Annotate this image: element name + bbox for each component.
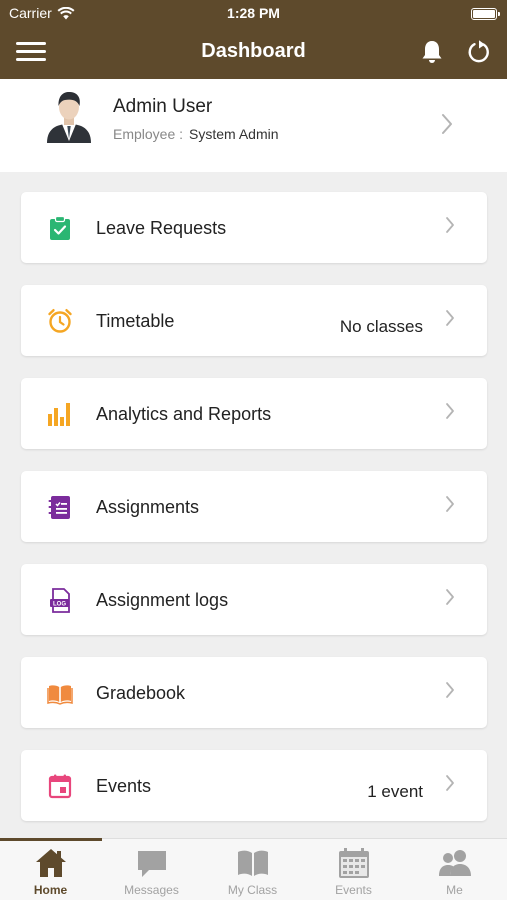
chevron-right-icon: [445, 309, 455, 327]
menu-label: Gradebook: [96, 683, 186, 703]
bell-icon[interactable]: [418, 38, 446, 66]
profile-name: Admin User: [113, 96, 213, 117]
menu-analytics-and-reports[interactable]: Analytics and Reports: [21, 378, 487, 449]
menu-label: Timetable: [96, 311, 175, 331]
chevron-right-icon: [445, 681, 455, 699]
tab-label: Home: [33, 883, 68, 897]
avatar: [44, 89, 94, 143]
chevron-right-icon: [445, 774, 455, 792]
menu-events[interactable]: Events 1 event: [21, 750, 487, 821]
profile-role: Employee : System Admin: [113, 126, 279, 142]
status-bar: Carrier 1:28 PM: [0, 5, 507, 25]
assignment-icon: [47, 494, 73, 520]
menu-label: Analytics and Reports: [96, 404, 272, 424]
chevron-right-icon: [445, 216, 455, 234]
menu-assignments[interactable]: Assignments: [21, 471, 487, 542]
nav-bar: Dashboard: [0, 32, 507, 72]
app-header: Carrier 1:28 PM Dashboard: [0, 0, 507, 79]
chevron-right-icon: [441, 113, 453, 135]
bar-chart-icon: [47, 401, 73, 427]
alarm-clock-icon: [47, 308, 73, 334]
tab-label: Me: [446, 883, 463, 897]
clock: 1:28 PM: [227, 5, 280, 21]
role-value: System Admin: [189, 126, 279, 142]
menu-leave-requests[interactable]: Leave Requests: [21, 192, 487, 263]
role-label: Employee :: [113, 126, 184, 142]
menu-meta: 1 event: [367, 782, 423, 801]
battery-icon: [471, 8, 500, 20]
chevron-right-icon: [445, 495, 455, 513]
chat-bubble-icon: [138, 851, 166, 877]
refresh-icon[interactable]: [465, 38, 493, 66]
open-book-icon: [47, 680, 73, 706]
tab-bar: Home Messages My Class Events Me: [0, 838, 507, 900]
tab-me[interactable]: Me: [404, 839, 505, 900]
menu-gradebook[interactable]: Gradebook: [21, 657, 487, 728]
tab-messages[interactable]: Messages: [101, 839, 202, 900]
svg-text:LOG: LOG: [53, 602, 66, 608]
menu-label: Assignments: [96, 497, 200, 517]
tab-my-class[interactable]: My Class: [202, 839, 303, 900]
tab-label: Events: [335, 883, 372, 897]
tab-home[interactable]: Home: [0, 839, 101, 900]
tab-events[interactable]: Events: [303, 839, 404, 900]
calendar-icon: [47, 773, 73, 799]
calendar-icon: [339, 848, 369, 878]
people-icon: [439, 850, 471, 876]
tab-label: My Class: [227, 883, 278, 897]
book-icon: [238, 850, 268, 876]
menu-assignment-logs[interactable]: LOG Assignment logs: [21, 564, 487, 635]
menu-label: Leave Requests: [96, 218, 227, 238]
log-file-icon: LOG: [47, 587, 73, 613]
home-icon: [36, 849, 66, 877]
menu-label: Events: [96, 776, 152, 796]
clipboard-check-icon: [47, 215, 73, 241]
menu-timetable[interactable]: Timetable No classes: [21, 285, 487, 356]
chevron-right-icon: [445, 402, 455, 420]
menu-label: Assignment logs: [96, 590, 229, 610]
chevron-right-icon: [445, 588, 455, 606]
tab-label: Messages: [124, 883, 179, 897]
profile-card[interactable]: Admin User Employee : System Admin: [0, 79, 507, 172]
menu-meta: No classes: [339, 317, 423, 336]
